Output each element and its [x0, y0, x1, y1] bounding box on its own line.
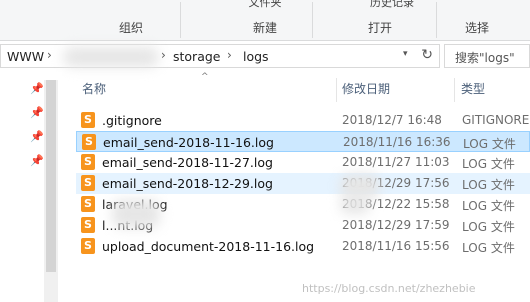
ribbon-group-title: 新建 — [252, 21, 277, 35]
file-type: GITIGNORE — [462, 113, 530, 127]
redacted-date — [340, 196, 370, 214]
sort-ascending-icon: ^ — [201, 72, 209, 82]
ribbon-group-new: 文件夹 新建 — [220, 0, 310, 40]
ribbon-group-organize: 组织 — [88, 0, 174, 40]
breadcrumb-storage[interactable]: storage — [173, 49, 221, 64]
refresh-icon[interactable]: ↻ — [421, 47, 433, 63]
pin-icon[interactable]: 📌 — [30, 106, 44, 119]
history-button[interactable]: 历史记录 — [354, 0, 430, 10]
ribbon-group-title: 打开 — [367, 21, 392, 35]
file-type: LOG 文件 — [462, 157, 515, 171]
pin-icon[interactable]: 📌 — [30, 82, 44, 95]
file-type: LOG 文件 — [462, 199, 515, 213]
file-row[interactable]: email_send-2018-11-27.log 2018/11/27 11:… — [76, 152, 530, 173]
file-type: LOG 文件 — [462, 178, 515, 192]
ribbon: 组织 文件夹 新建 历史记录 打开 选择 — [0, 0, 530, 41]
column-header-modified[interactable]: 修改日期 — [342, 80, 390, 102]
redacted-date — [340, 174, 380, 198]
ribbon-group-title: 选择 — [464, 21, 489, 35]
file-modified: 2018/11/16 15:56 — [342, 239, 450, 253]
file-modified: 2018/11/27 11:03 — [342, 155, 450, 169]
column-header-name[interactable]: 名称 — [82, 80, 106, 102]
chevron-down-icon[interactable]: ▾ — [403, 49, 413, 63]
breadcrumb-www[interactable]: WWW — [7, 49, 44, 64]
ribbon-group-title: 组织 — [118, 21, 143, 35]
file-name: upload_document-2018-11-16.log — [102, 239, 315, 254]
sublime-file-icon — [81, 196, 95, 212]
sublime-file-icon — [81, 175, 95, 191]
nav-scrollbar-thumb[interactable] — [46, 80, 56, 272]
search-placeholder: 搜索"logs" — [455, 51, 515, 65]
sublime-file-icon — [81, 154, 95, 170]
column-divider[interactable] — [454, 78, 455, 102]
search-input[interactable]: 搜索"logs" — [444, 44, 530, 68]
watermark: https://blog.csdn.net/zhezhebie — [302, 282, 476, 295]
ribbon-separator — [180, 2, 181, 38]
pin-icon[interactable]: 📌 — [30, 130, 44, 143]
new-folder-button[interactable]: 文件夹 — [220, 0, 310, 10]
sublime-file-icon — [81, 217, 95, 233]
sublime-file-icon — [82, 134, 96, 150]
pin-icon[interactable]: 📌 — [30, 154, 44, 167]
chevron-right-icon[interactable]: › — [161, 48, 166, 62]
file-type: LOG 文件 — [463, 137, 516, 151]
nav-scrollbar[interactable] — [44, 80, 58, 302]
file-type: LOG 文件 — [462, 241, 515, 255]
ribbon-separator — [436, 2, 437, 38]
ribbon-group-open: 历史记录 打开 — [330, 0, 430, 40]
column-header-type[interactable]: 类型 — [461, 80, 485, 102]
ribbon-group-select: 选择 — [444, 0, 510, 40]
file-row[interactable]: upload_document-2018-11-16.log 2018/11/1… — [76, 236, 530, 257]
file-modified: 2018/11/16 16:36 — [343, 135, 451, 149]
sublime-file-icon — [81, 238, 95, 254]
address-bar[interactable]: WWW › › storage › logs ▾ ↻ — [0, 44, 440, 68]
breadcrumb-logs[interactable]: logs — [243, 49, 269, 64]
file-name: email_send-2018-11-27.log — [102, 155, 273, 170]
redacted-filename — [112, 200, 160, 228]
file-name: .gitignore — [102, 113, 162, 128]
file-name: email_send-2018-11-16.log — [103, 135, 274, 150]
file-name: email_send-2018-12-29.log — [102, 176, 273, 191]
file-modified: 2018/12/7 16:48 — [342, 113, 442, 127]
file-modified: 2018/12/29 17:59 — [342, 218, 450, 232]
chevron-right-icon[interactable]: › — [47, 48, 52, 62]
file-row[interactable]: email_send-2018-12-29.log 2018/12/29 17:… — [76, 173, 530, 194]
column-divider[interactable] — [336, 78, 337, 102]
sublime-file-icon — [81, 112, 95, 128]
redacted-path — [63, 47, 159, 67]
file-row[interactable]: email_send-2018-11-16.log 2018/11/16 16:… — [76, 131, 530, 152]
file-type: LOG 文件 — [462, 220, 515, 234]
chevron-right-icon[interactable]: › — [227, 48, 232, 62]
file-row[interactable]: .gitignore 2018/12/7 16:48 GITIGNORE — [76, 110, 530, 131]
ribbon-separator — [312, 2, 313, 38]
